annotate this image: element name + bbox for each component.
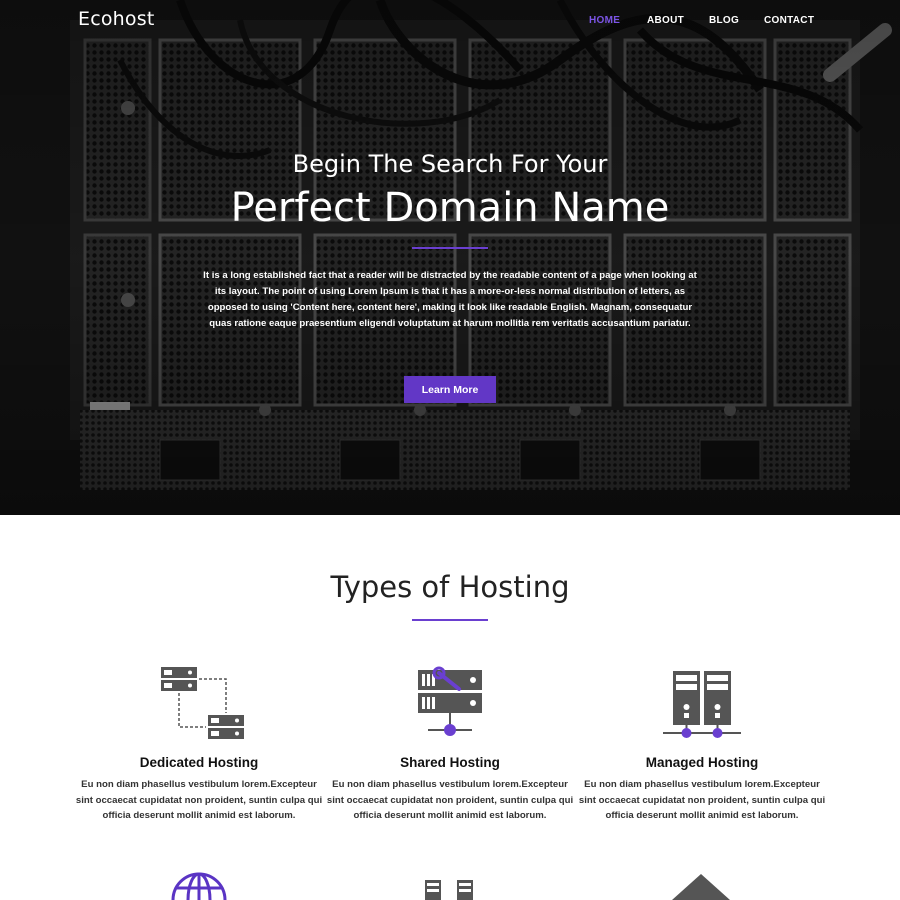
dedicated-servers-icon <box>161 667 244 739</box>
section-divider <box>412 619 488 621</box>
hero-section: Ecohost HOME ABOUT BLOG CONTACT Begin Th… <box>0 0 900 515</box>
server-pair-icon <box>425 880 473 900</box>
nav-about-link[interactable]: ABOUT <box>647 15 684 26</box>
hero-description: It is a long established fact that a rea… <box>203 270 697 329</box>
hero-content: Begin The Search For Your Perfect Domain… <box>0 0 900 515</box>
globe-icon <box>171 872 227 900</box>
card-title: Managed Hosting <box>645 755 759 770</box>
managed-servers-icon <box>663 671 741 738</box>
card-text: Eu non diam phasellus vestibulum lorem.E… <box>75 779 323 821</box>
hosting-types-section: Types of Hosting Dedicated Hosting Eu no… <box>0 515 900 900</box>
brand-logo[interactable]: Ecohost <box>78 8 155 30</box>
nav-home-link[interactable]: HOME <box>589 15 620 26</box>
nav-contact-link[interactable]: CONTACT <box>764 15 814 26</box>
top-navbar: Ecohost HOME ABOUT BLOG CONTACT <box>0 0 900 40</box>
hosting-card-managed: Managed Hosting Eu non diam phasellus ve… <box>577 665 827 821</box>
card-title: Shared Hosting <box>400 755 500 770</box>
card-title: Dedicated Hosting <box>139 755 259 770</box>
hero-title: Perfect Domain Name <box>230 185 670 231</box>
hero-subtitle: Begin The Search For Your <box>292 150 608 178</box>
shared-server-wrench-icon <box>418 666 482 736</box>
cloud-triangle-icon <box>672 874 730 900</box>
hero-divider <box>412 247 488 249</box>
card-text: Eu non diam phasellus vestibulum lorem.E… <box>578 779 826 821</box>
nav-blog-link[interactable]: BLOG <box>709 15 739 26</box>
hosting-card-shared: Shared Hosting Eu non diam phasellus ves… <box>325 665 575 821</box>
learn-more-button[interactable]: Learn More <box>404 376 496 403</box>
card-text: Eu non diam phasellus vestibulum lorem.E… <box>326 779 574 821</box>
hosting-card-dedicated: Dedicated Hosting Eu non diam phasellus … <box>74 665 324 821</box>
section-title: Types of Hosting <box>330 570 570 604</box>
